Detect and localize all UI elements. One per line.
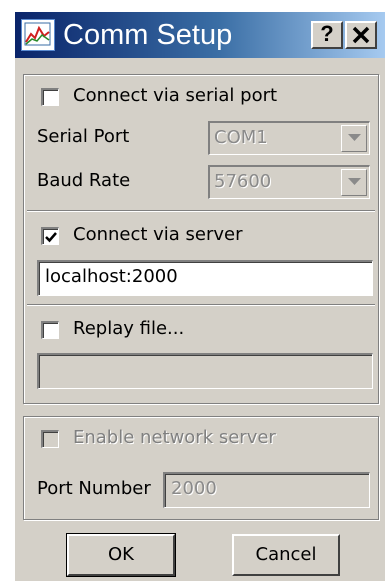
chevron-down-icon [348, 134, 361, 141]
baud-rate-select[interactable]: 57600 [208, 165, 370, 199]
chevron-down-icon [348, 178, 361, 185]
ok-button[interactable]: OK [66, 533, 176, 577]
comm-setup-dialog: Comm Setup ? Connect via serial port Ser… [15, 12, 385, 581]
serial-port-dropdown-button[interactable] [341, 125, 367, 152]
port-number-input[interactable]: 2000 [163, 472, 370, 508]
window-title: Comm Setup [63, 19, 233, 51]
serial-port-value: COM1 [214, 127, 268, 148]
close-icon [352, 26, 370, 44]
separator [27, 304, 375, 306]
chart-app-icon [21, 19, 55, 51]
close-button[interactable] [345, 21, 377, 49]
serial-port-checkbox-label: Connect via serial port [73, 85, 278, 106]
replay-file-input[interactable] [37, 353, 373, 389]
baud-rate-label: Baud Rate [37, 170, 131, 191]
replay-file-checkbox-label: Replay file... [73, 318, 185, 339]
title-bar[interactable]: Comm Setup ? [15, 12, 385, 58]
network-server-checkbox-label: Enable network server [73, 427, 276, 448]
port-number-label: Port Number [37, 478, 151, 499]
server-checkbox[interactable] [41, 227, 59, 245]
server-checkbox-label: Connect via server [73, 224, 243, 245]
baud-rate-dropdown-button[interactable] [341, 169, 367, 196]
cancel-button[interactable]: Cancel [232, 534, 340, 576]
separator [27, 210, 375, 212]
network-server-checkbox[interactable] [41, 430, 59, 448]
replay-file-checkbox[interactable] [41, 321, 59, 339]
server-address-input[interactable]: localhost:2000 [37, 260, 373, 296]
serial-port-select[interactable]: COM1 [208, 121, 370, 155]
baud-rate-value: 57600 [214, 171, 272, 192]
serial-port-checkbox[interactable] [41, 88, 59, 106]
help-button[interactable]: ? [311, 21, 343, 49]
checkmark-icon [45, 232, 57, 243]
serial-port-label: Serial Port [37, 126, 130, 147]
